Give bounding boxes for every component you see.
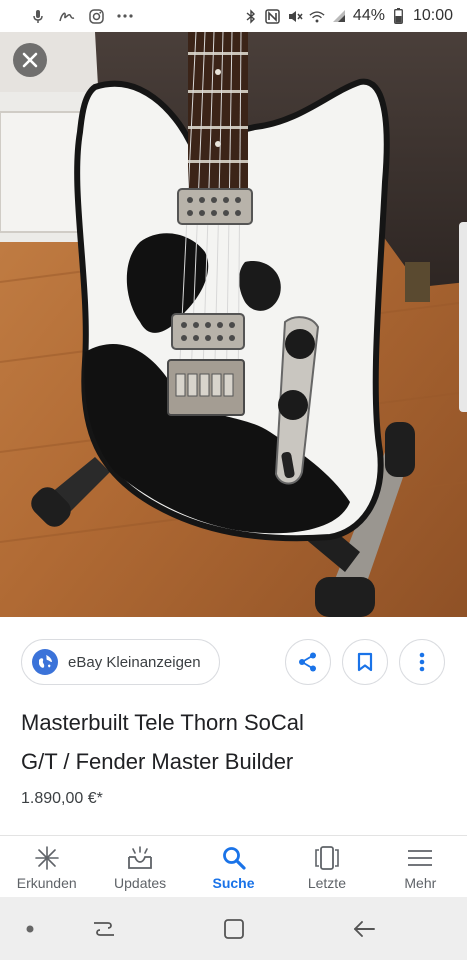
product-image[interactable] — [0, 32, 467, 617]
nav-label-letzte: Letzte — [307, 875, 346, 891]
home-button[interactable] — [218, 913, 250, 945]
nav-label-suche: Suche — [212, 875, 255, 891]
nav-item-suche[interactable]: Suche — [187, 836, 280, 897]
wifi-icon — [309, 8, 325, 24]
mute-icon — [287, 8, 303, 24]
share-icon — [297, 651, 319, 673]
result-price: 1.890,00 €* — [21, 790, 103, 807]
nav-item-letzte[interactable]: Letzte — [280, 836, 373, 897]
status-bar: 44% 10:00 — [0, 0, 467, 32]
signature-icon — [59, 8, 75, 24]
result-title[interactable]: Masterbuilt Tele Thorn SoCal G/T / Fende… — [21, 703, 441, 781]
nav-label-mehr: Mehr — [404, 875, 437, 891]
home-square-icon — [223, 918, 245, 940]
globe-icon — [32, 649, 58, 675]
assistant-dot-button[interactable] — [14, 913, 46, 945]
battery-percent: 44% — [352, 7, 385, 24]
nfc-icon — [265, 8, 281, 24]
nav-label-updates: Updates — [114, 875, 167, 891]
back-arrow-icon — [352, 919, 376, 939]
source-chip[interactable]: eBay Kleinanzeigen — [21, 639, 220, 685]
result-title-line-1: Masterbuilt Tele Thorn SoCal — [21, 710, 304, 735]
nav-item-mehr[interactable]: Mehr — [374, 836, 467, 897]
status-left — [30, 8, 133, 24]
system-nav-bar — [0, 897, 467, 960]
side-panel-handle[interactable] — [459, 222, 467, 412]
bottom-nav: Erkunden Updates Suche Letzte Mehr — [0, 835, 467, 897]
signal-icon — [331, 8, 347, 24]
microphone-icon — [30, 8, 46, 24]
bookmark-icon — [357, 652, 373, 672]
menu-icon — [406, 844, 434, 872]
more-vert-icon — [419, 652, 425, 672]
screen: 44% 10:00 eBay Kleinanzeigen Masterbuilt… — [0, 0, 467, 960]
more-notifications-icon — [117, 8, 133, 24]
instagram-icon — [88, 8, 104, 24]
recent-apps-button[interactable] — [88, 913, 120, 945]
source-label: eBay Kleinanzeigen — [68, 653, 201, 671]
search-icon — [220, 844, 248, 872]
status-right: 44% 10:00 — [243, 7, 453, 25]
more-options-button[interactable] — [399, 639, 445, 685]
bookmark-button[interactable] — [342, 639, 388, 685]
bluetooth-icon — [243, 8, 259, 24]
recent-apps-icon — [92, 919, 116, 939]
recent-cards-icon — [313, 844, 341, 872]
result-info: eBay Kleinanzeigen Masterbuilt Tele Thor… — [0, 617, 467, 835]
close-button[interactable] — [13, 43, 47, 77]
battery-icon — [391, 8, 407, 24]
nav-label-erkunden: Erkunden — [16, 875, 77, 891]
nav-item-updates[interactable]: Updates — [93, 836, 186, 897]
clock: 10:00 — [412, 7, 453, 24]
asterisk-icon — [33, 844, 61, 872]
result-title-line-2: G/T / Fender Master Builder — [21, 749, 294, 774]
close-icon — [22, 52, 38, 68]
nav-item-erkunden[interactable]: Erkunden — [0, 836, 93, 897]
dot-icon — [26, 925, 34, 933]
share-button[interactable] — [285, 639, 331, 685]
updates-icon — [126, 844, 154, 872]
back-button[interactable] — [348, 913, 380, 945]
